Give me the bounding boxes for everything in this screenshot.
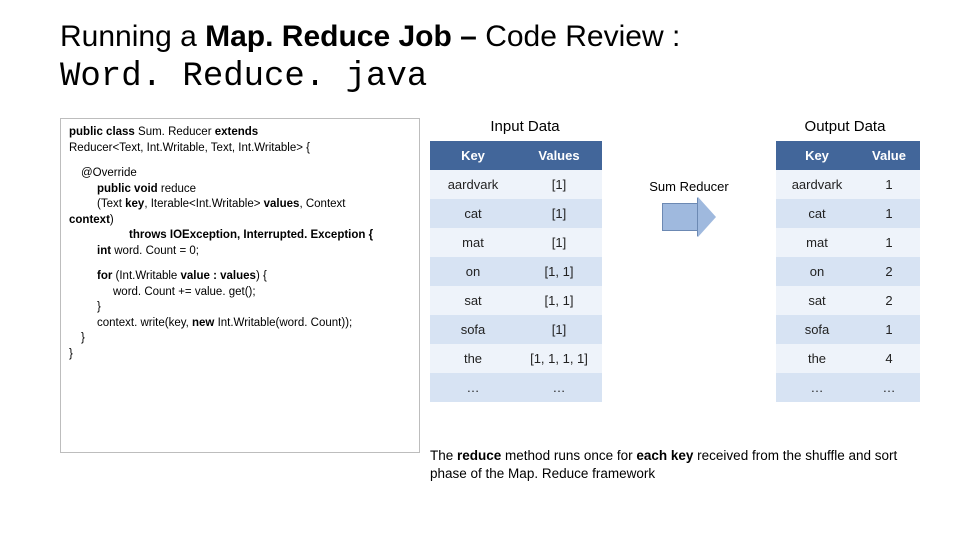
code-kw: key xyxy=(125,198,144,210)
code-text: (Text xyxy=(97,198,125,210)
code-kw: context xyxy=(69,214,110,226)
code-text: } xyxy=(69,331,411,347)
code-kw: new xyxy=(192,317,218,329)
code-text: Reducer<Text, Int.Writable, Text, Int.Wr… xyxy=(69,141,411,157)
code-kw: for xyxy=(97,270,116,282)
code-text: ) xyxy=(110,214,114,226)
footnote-text: The xyxy=(430,448,457,463)
code-box: public class Sum. Reducer extends Reduce… xyxy=(60,118,420,453)
output-table: KeyValue aardvark1 cat1 mat1 on2 sat2 so… xyxy=(776,141,920,402)
reducer-arrow-area: Sum Reducer xyxy=(602,141,776,441)
arrow-icon xyxy=(662,199,716,235)
table-row: mat[1] xyxy=(430,228,602,257)
output-data-label: Output Data xyxy=(775,118,915,135)
table-row: the4 xyxy=(776,344,920,373)
slide-title: Running a Map. Reduce Job – Code Review … xyxy=(60,18,920,98)
code-kw: public void xyxy=(97,183,161,195)
footnote-bold: reduce xyxy=(457,448,505,463)
reducer-label: Sum Reducer xyxy=(602,179,776,194)
table-row: …… xyxy=(776,373,920,402)
table-row: aardvark[1] xyxy=(430,170,602,199)
table-row: on2 xyxy=(776,257,920,286)
title-mono: Word. Reduce. java xyxy=(60,58,427,96)
table-row: sofa1 xyxy=(776,315,920,344)
code-kw: throws IOException, Interrupted. Excepti… xyxy=(129,229,373,241)
code-text: word. Count = 0; xyxy=(114,245,199,257)
data-column: Input Data Output Data KeyValues aardvar… xyxy=(430,118,920,483)
footnote-text: method runs once for xyxy=(505,448,636,463)
table-row: sofa[1] xyxy=(430,315,602,344)
table-row: on[1, 1] xyxy=(430,257,602,286)
table-row: cat1 xyxy=(776,199,920,228)
code-kw: public class xyxy=(69,126,138,138)
input-table: KeyValues aardvark[1] cat[1] mat[1] on[1… xyxy=(430,141,602,402)
code-text: context. write(key, xyxy=(97,317,192,329)
input-values-header: Values xyxy=(516,141,602,170)
code-column: public class Sum. Reducer extends Reduce… xyxy=(60,118,420,483)
code-text: , Iterable<Int.Writable> xyxy=(144,198,263,210)
footnote-bold: each key xyxy=(636,448,697,463)
table-row: the[1, 1, 1, 1] xyxy=(430,344,602,373)
code-kw: values xyxy=(264,198,300,210)
code-text: @Override xyxy=(69,166,411,182)
input-data-label: Input Data xyxy=(445,118,605,135)
table-row: …… xyxy=(430,373,602,402)
title-post: Code Review : xyxy=(485,20,680,53)
footnote: The reduce method runs once for each key… xyxy=(430,447,920,483)
input-key-header: Key xyxy=(430,141,516,170)
title-pre: Running a xyxy=(60,20,205,53)
code-text: (Int.Writable xyxy=(116,270,181,282)
table-row: mat1 xyxy=(776,228,920,257)
code-text: , Context xyxy=(299,198,345,210)
code-text: word. Count += value. get(); xyxy=(69,285,411,301)
code-text: } xyxy=(69,300,411,316)
output-value-header: Value xyxy=(858,141,920,170)
code-text: Sum. Reducer xyxy=(138,126,215,138)
table-row: sat2 xyxy=(776,286,920,315)
code-kw: int xyxy=(97,245,114,257)
code-text: ) { xyxy=(256,270,267,282)
code-kw: value : values xyxy=(181,270,256,282)
output-key-header: Key xyxy=(776,141,858,170)
table-row: aardvark1 xyxy=(776,170,920,199)
table-row: sat[1, 1] xyxy=(430,286,602,315)
table-row: cat[1] xyxy=(430,199,602,228)
code-text: Int.Writable(word. Count)); xyxy=(218,317,353,329)
code-kw: extends xyxy=(215,126,258,138)
title-bold: Map. Reduce Job – xyxy=(205,20,485,53)
code-text: } xyxy=(69,347,411,363)
code-text: reduce xyxy=(161,183,196,195)
